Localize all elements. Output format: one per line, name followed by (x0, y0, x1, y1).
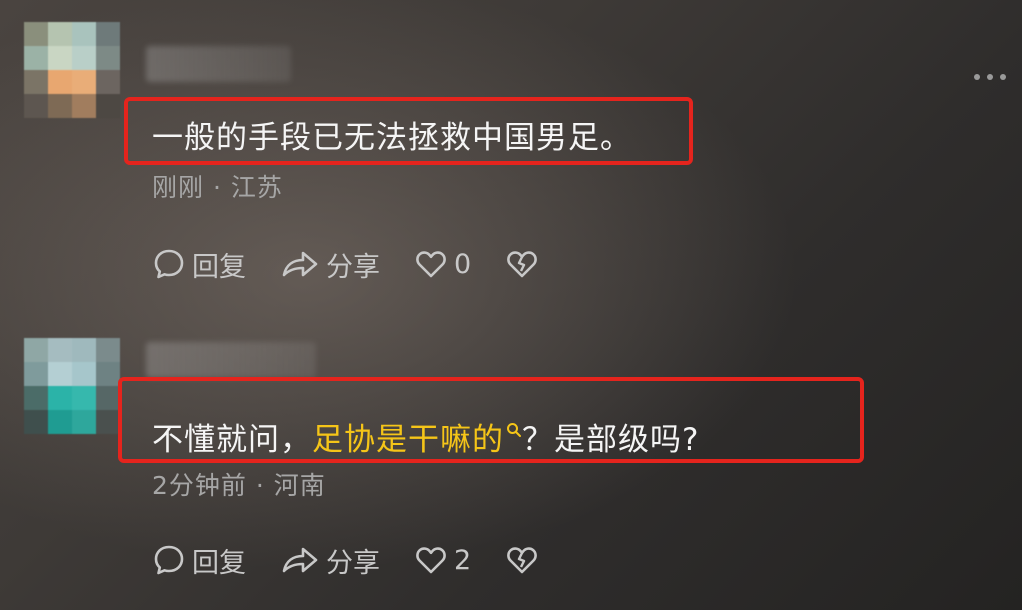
comment-actions: 回复 分享 2 (152, 540, 579, 580)
share-label: 分享 (326, 547, 380, 579)
comment-text: 不懂就问，足协是干嘛的 ？是部级吗? (152, 414, 699, 459)
comment-item: 不懂就问，足协是干嘛的 ？是部级吗? 2分钟前 · 河南 回复 分享 2 (0, 300, 1022, 610)
share-icon (282, 547, 318, 573)
like-icon (416, 251, 446, 278)
dislike-icon (507, 251, 538, 278)
search-icon[interactable] (506, 422, 522, 438)
reply-button[interactable]: 回复 (152, 245, 246, 284)
share-label: 分享 (326, 251, 380, 283)
comment-meta: 2分钟前 · 河南 (152, 471, 326, 500)
avatar[interactable] (24, 338, 120, 434)
comment-actions: 回复 分享 0 (152, 244, 579, 284)
comment-item: 一般的手段已无法拯救中国男足。 刚刚 · 江苏 回复 分享 0 (0, 0, 1022, 300)
dislike-icon (507, 547, 538, 574)
comment-text-after: ？是部级吗? (522, 422, 700, 458)
like-button[interactable]: 2 (414, 543, 471, 577)
like-icon (416, 547, 446, 574)
share-button[interactable]: 分享 (280, 245, 380, 284)
like-count: 0 (454, 248, 472, 280)
username-blurred[interactable] (146, 46, 291, 82)
keyword-link[interactable]: 足协是干嘛的 (312, 422, 504, 458)
share-icon (282, 251, 318, 277)
reply-icon (154, 249, 184, 279)
reply-label: 回复 (192, 547, 246, 579)
reply-button[interactable]: 回复 (152, 541, 246, 580)
comment-text-before: 不懂就问， (152, 422, 312, 458)
reply-label: 回复 (192, 251, 246, 283)
like-count: 2 (454, 544, 472, 576)
like-button[interactable]: 0 (414, 247, 471, 281)
dislike-button[interactable] (505, 247, 545, 281)
comment-meta: 刚刚 · 江苏 (152, 173, 283, 202)
comment-text: 一般的手段已无法拯救中国男足。 (152, 120, 632, 156)
avatar[interactable] (24, 22, 120, 118)
share-button[interactable]: 分享 (280, 541, 380, 580)
dislike-button[interactable] (505, 543, 545, 577)
reply-icon (154, 545, 184, 575)
username-blurred[interactable] (146, 342, 316, 378)
